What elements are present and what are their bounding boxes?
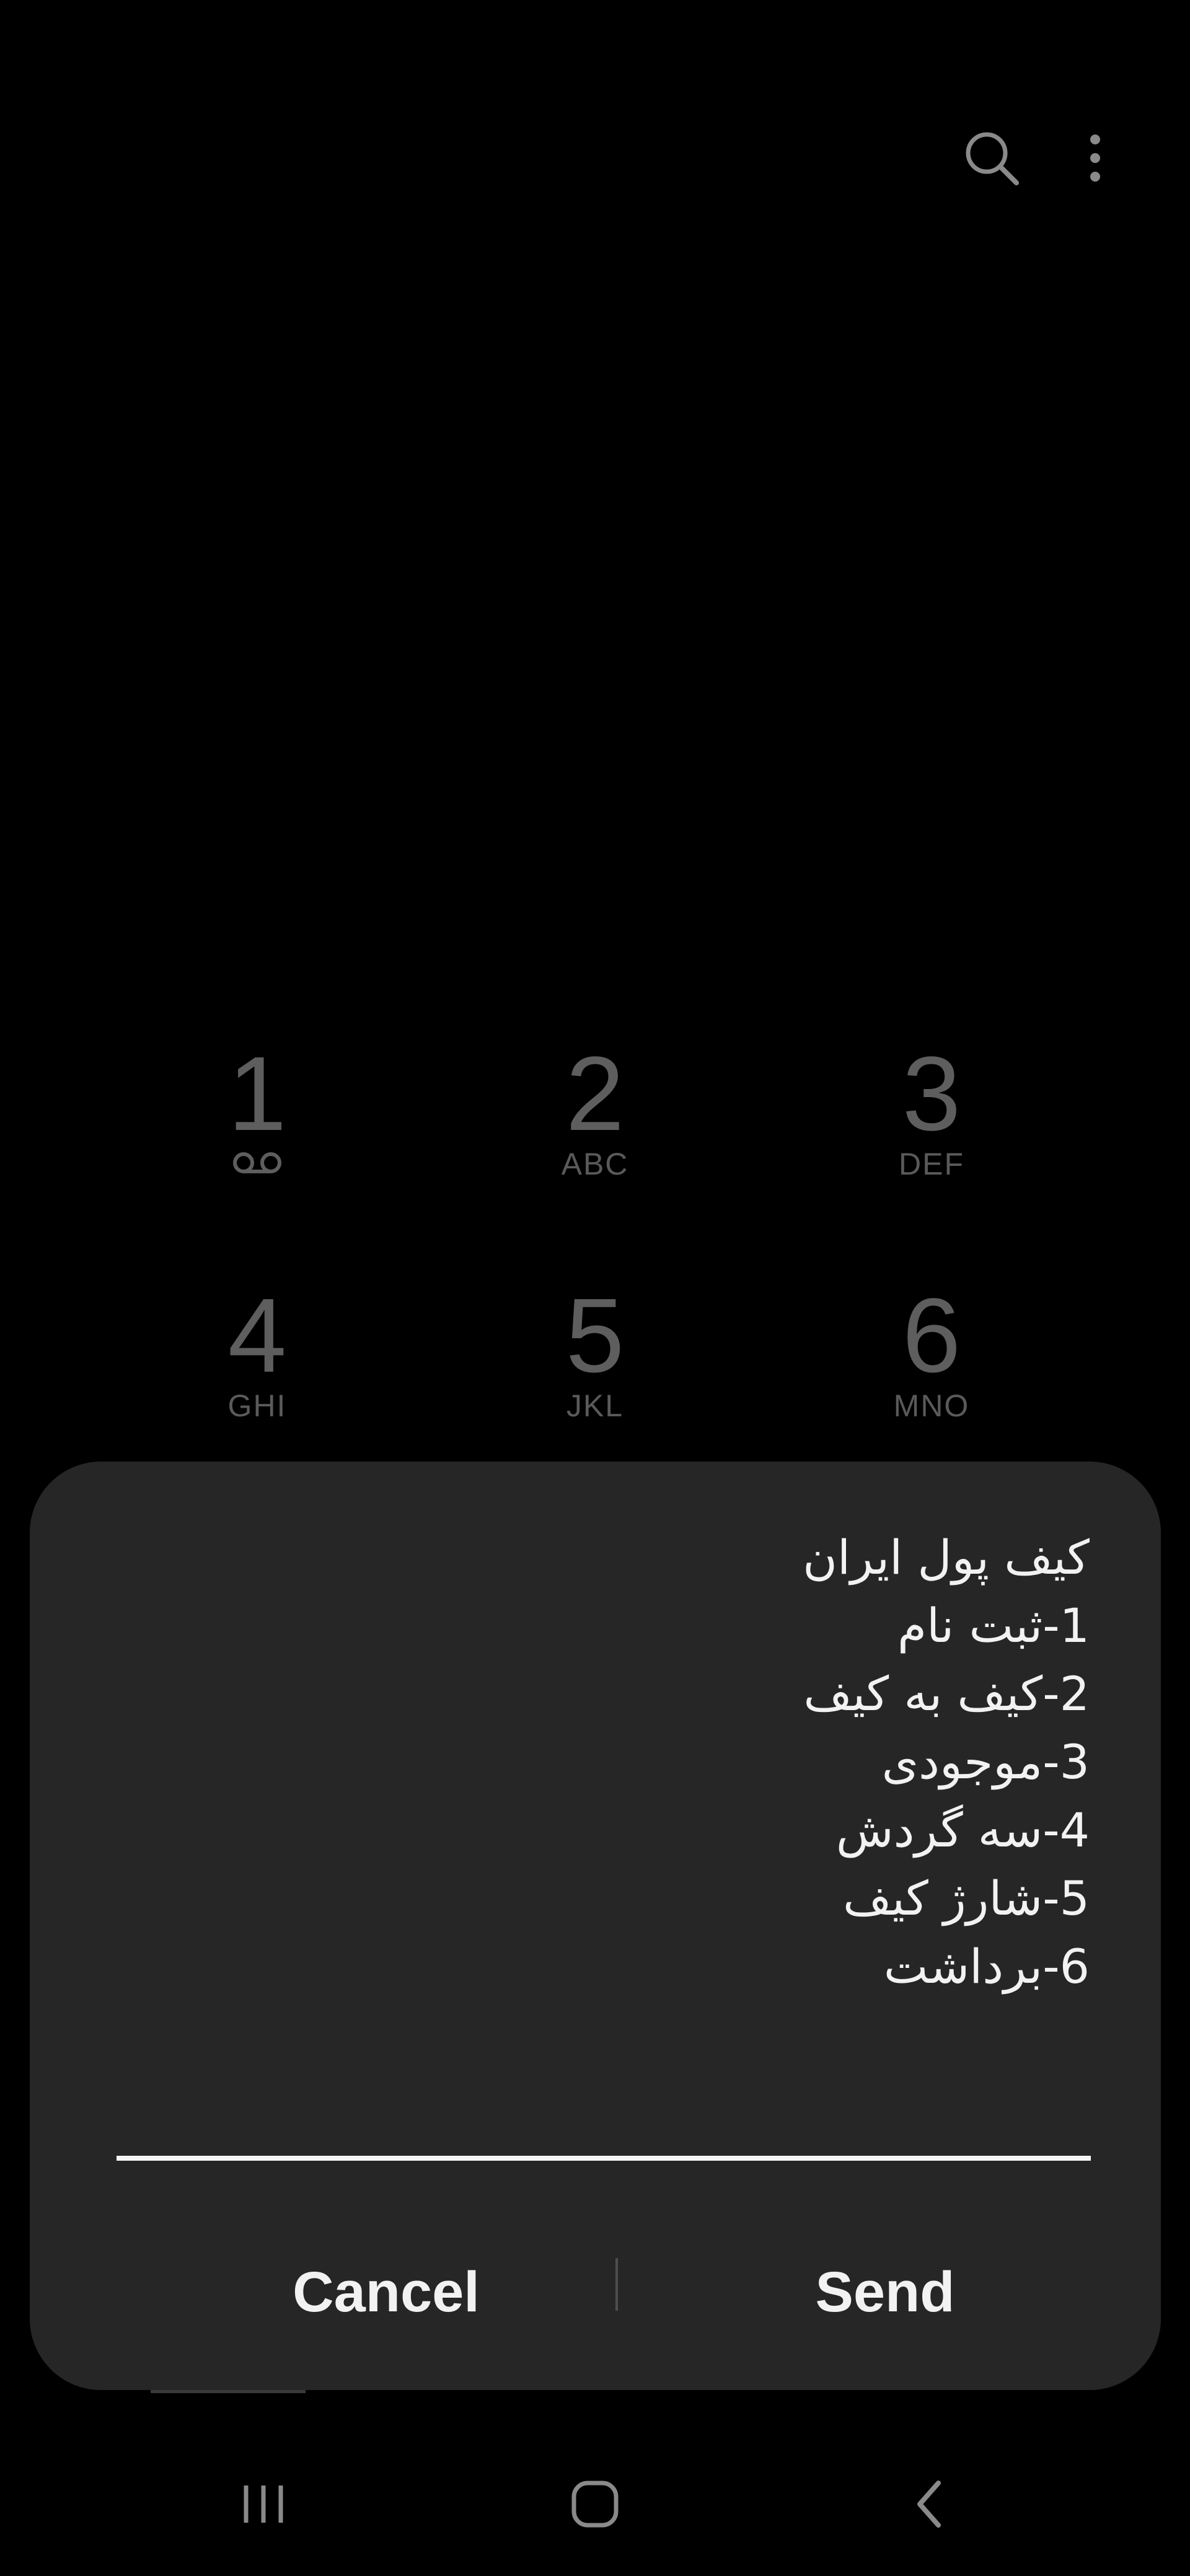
dialpad-key-1[interactable]: 1 — [152, 1041, 363, 1227]
dialpad-key-4[interactable]: 4 GHI — [152, 1283, 363, 1469]
key-digit: 2 — [565, 1035, 625, 1153]
key-digit: 1 — [227, 1035, 287, 1153]
key-digit: 3 — [902, 1035, 961, 1153]
key-digit: 5 — [565, 1277, 625, 1395]
back-button[interactable] — [874, 2461, 985, 2547]
key-digit: 4 — [227, 1277, 287, 1395]
message-line: 2-کیف به کیف — [803, 1666, 1090, 1721]
message-line: 6-برداشت — [883, 1939, 1090, 1994]
key-letters: MNO — [893, 1388, 970, 1423]
key-digit: 6 — [902, 1277, 961, 1395]
recents-button[interactable] — [208, 2461, 319, 2547]
more-options-icon — [1090, 135, 1100, 182]
ussd-dialog: کیف پول ایران 1-ثبت نام 2-کیف به کیف 3-م… — [30, 1462, 1161, 2390]
message-line: 4-سه گردش — [835, 1802, 1090, 1858]
dialpad-key-2[interactable]: 2 ABC — [490, 1041, 700, 1227]
dialpad: 1 2 ABC 3 DEF 4 GHI 5 JKL 6 MNO — [0, 1041, 1190, 1475]
cancel-button[interactable]: Cancel — [169, 2236, 603, 2348]
dialpad-key-5[interactable]: 5 JKL — [490, 1283, 700, 1469]
back-icon — [917, 2481, 941, 2528]
key-letters: ABC — [561, 1147, 629, 1181]
voicemail-icon — [231, 1150, 283, 1178]
more-options-button[interactable] — [1055, 118, 1135, 198]
key-letters: DEF — [899, 1147, 964, 1181]
key-letters: GHI — [227, 1388, 287, 1423]
recents-icon — [244, 2486, 283, 2523]
home-icon — [571, 2481, 619, 2528]
message-line: 1-ثبت نام — [897, 1598, 1090, 1653]
key-letters: JKL — [566, 1388, 624, 1423]
send-button[interactable]: Send — [668, 2236, 1102, 2348]
dialpad-key-3[interactable]: 3 DEF — [826, 1041, 1037, 1227]
reply-input[interactable] — [117, 2081, 1091, 2161]
home-button[interactable] — [539, 2461, 651, 2547]
search-icon — [966, 132, 1019, 185]
search-button[interactable] — [951, 118, 1032, 198]
message-line: 3-موجودی — [881, 1734, 1090, 1789]
ussd-message: کیف پول ایران 1-ثبت نام 2-کیف به کیف 3-م… — [222, 1524, 1090, 2001]
message-line: 5-شارژ کیف — [843, 1871, 1090, 1926]
message-line: کیف پول ایران — [803, 1530, 1090, 1585]
dialpad-key-6[interactable]: 6 MNO — [826, 1283, 1037, 1469]
button-divider — [615, 2258, 618, 2311]
